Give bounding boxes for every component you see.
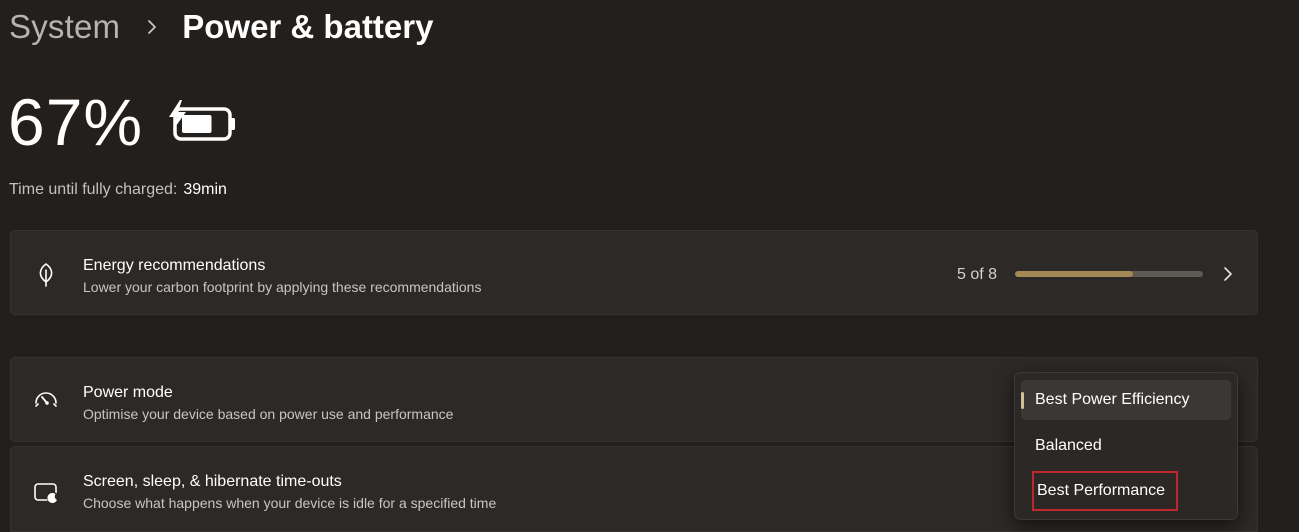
option-label: Balanced xyxy=(1035,437,1102,454)
screen-sleep-subtitle: Choose what happens when your device is … xyxy=(83,495,497,511)
charge-time-label: Time until fully charged: xyxy=(9,181,178,198)
power-mode-option-best-power-efficiency[interactable]: Best Power Efficiency xyxy=(1021,380,1231,420)
battery-percentage: 67% xyxy=(8,85,144,159)
breadcrumb-system-link[interactable]: System xyxy=(9,8,120,46)
power-mode-option-balanced[interactable]: Balanced xyxy=(1021,426,1231,466)
charge-time: Time until fully charged: 39min xyxy=(9,181,227,199)
power-mode-title: Power mode xyxy=(83,384,173,401)
selected-indicator xyxy=(1021,392,1024,409)
energy-recommendations-title: Energy recommendations xyxy=(83,257,266,274)
gauge-icon xyxy=(33,386,59,412)
screen-sleep-title: Screen, sleep, & hibernate time-outs xyxy=(83,473,342,490)
power-mode-option-best-performance[interactable]: Best Performance xyxy=(1032,471,1178,511)
energy-recommendations-card[interactable]: Energy recommendations Lower your carbon… xyxy=(10,230,1258,315)
battery-charging-icon xyxy=(166,96,240,146)
power-mode-dropdown: Best Power Efficiency Balanced Best Perf… xyxy=(1014,372,1238,520)
option-label: Best Power Efficiency xyxy=(1035,391,1190,408)
leaf-icon xyxy=(33,261,59,287)
charge-time-value: 39min xyxy=(183,181,227,198)
screen-sleep-icon xyxy=(33,480,59,506)
option-label: Best Performance xyxy=(1037,482,1166,499)
breadcrumb: System Power & battery xyxy=(9,4,433,50)
chevron-right-icon xyxy=(142,17,162,37)
page-title: Power & battery xyxy=(182,8,434,45)
energy-recommendations-subtitle: Lower your carbon footprint by applying … xyxy=(83,279,482,295)
recommendations-count: 5 of 8 xyxy=(957,266,998,283)
power-mode-subtitle: Optimise your device based on power use … xyxy=(83,406,454,422)
recommendations-progress-fill xyxy=(1015,271,1133,277)
chevron-right-icon xyxy=(1219,265,1237,283)
recommendations-progress-bar xyxy=(1015,271,1203,277)
